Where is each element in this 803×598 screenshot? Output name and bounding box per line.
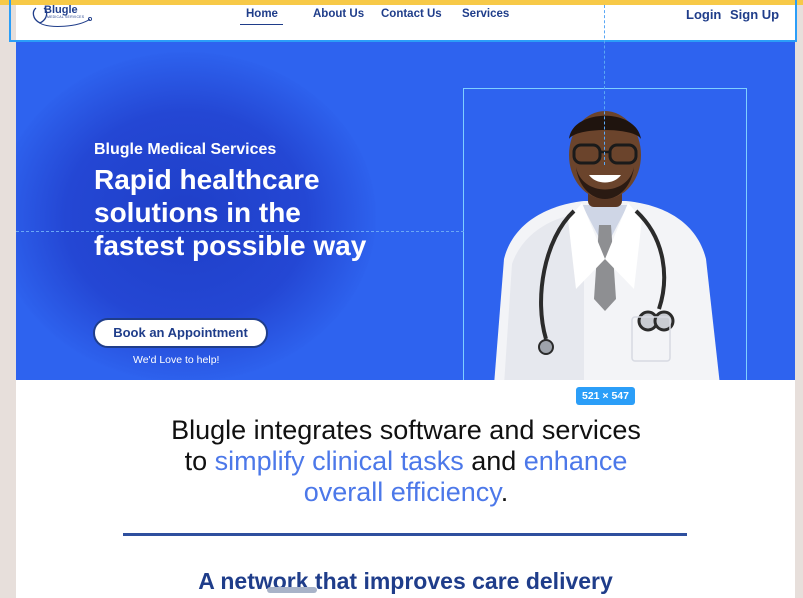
hero-eyebrow: Blugle Medical Services	[94, 141, 277, 158]
hero-title: Rapid healthcare solutions in the fastes…	[94, 164, 367, 261]
login-link[interactable]: Login	[686, 7, 721, 22]
guide-line-vertical	[604, 5, 605, 165]
nav-link-services[interactable]: Services	[462, 8, 509, 20]
book-appointment-button[interactable]: Book an Appointment	[93, 318, 268, 348]
statement-highlight-1: simplify clinical tasks	[214, 446, 464, 476]
statement-part-3: .	[500, 477, 509, 507]
brand-tagline: MEDICAL SERVICES	[47, 15, 85, 19]
doctor-image-frame[interactable]	[463, 88, 747, 380]
nav-link-home[interactable]: Home	[246, 8, 278, 20]
section-divider	[123, 533, 687, 536]
signup-link[interactable]: Sign Up	[730, 7, 779, 22]
page-canvas: Blugle MEDICAL SERVICES Home About Us Co…	[16, 5, 795, 598]
nav-link-contact[interactable]: Contact Us	[381, 8, 442, 20]
statement-part-2: and	[463, 446, 524, 476]
doctor-portrait	[494, 111, 720, 380]
cta-subtext: We'd Love to help!	[133, 354, 220, 366]
dimension-badge: 521 × 547	[576, 387, 635, 405]
scroll-handle[interactable]	[267, 587, 317, 593]
navbar: Blugle MEDICAL SERVICES Home About Us Co…	[16, 5, 795, 38]
value-statement: Blugle integrates software and services …	[166, 415, 646, 508]
hero-section: Blugle Medical Services Rapid healthcare…	[16, 42, 795, 380]
nav-active-underline	[240, 24, 283, 25]
network-section-title: A network that improves care delivery	[198, 568, 613, 594]
guide-line-horizontal	[16, 231, 464, 232]
nav-link-about[interactable]: About Us	[313, 8, 364, 20]
